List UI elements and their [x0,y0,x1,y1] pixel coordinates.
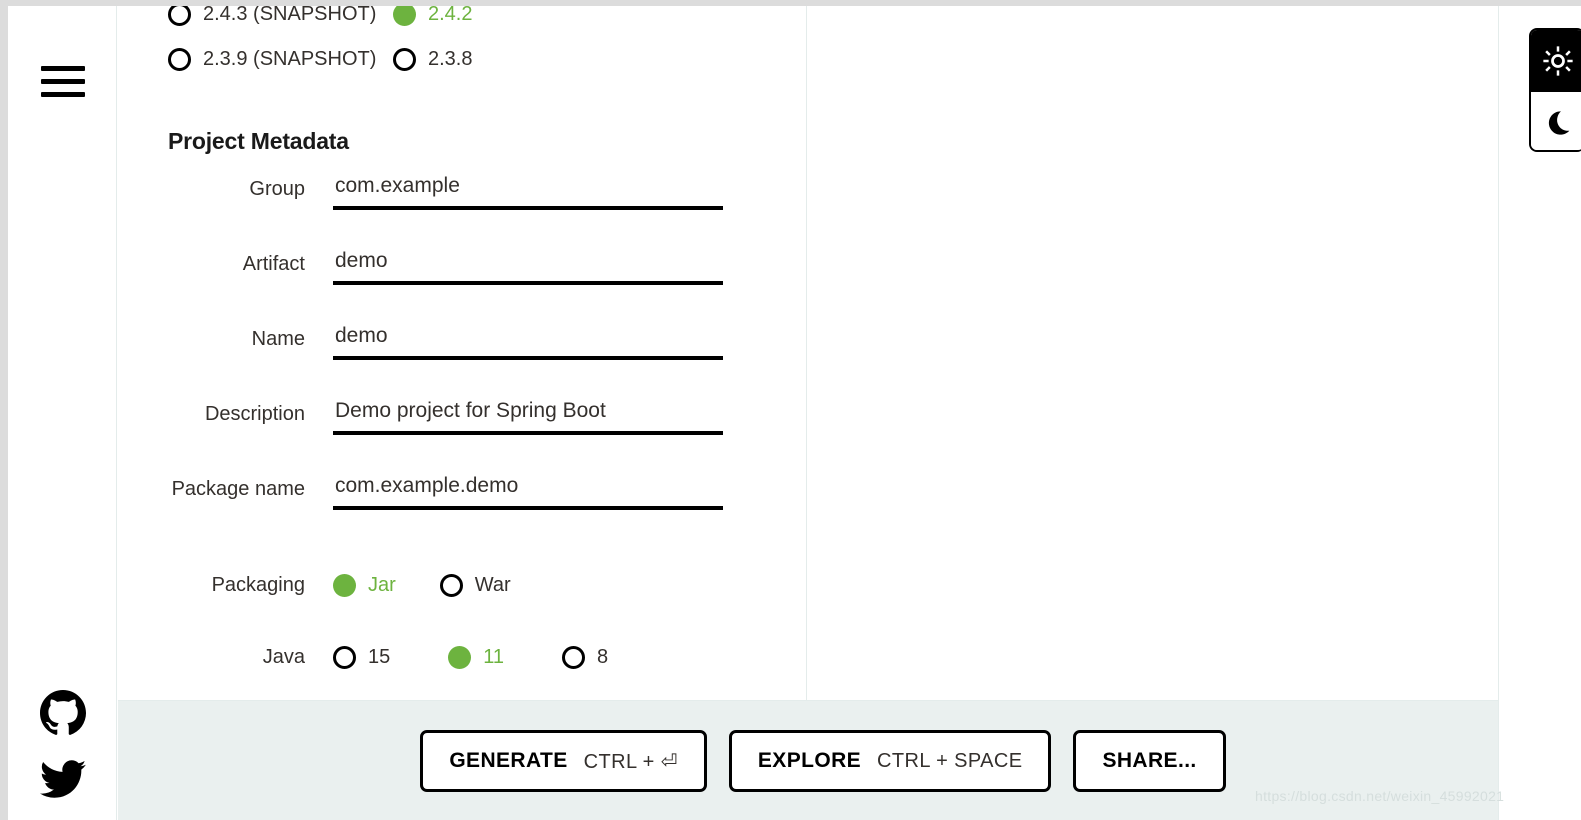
packaging-label: Packaging [211,573,305,596]
artifact-label: Artifact [242,253,305,275]
packaging-option-war[interactable]: War [439,573,511,597]
theme-toggle-light-option[interactable] [1531,30,1581,92]
version-option-239-snapshot[interactable]: 2.3.9 (SNAPSHOT) [118,48,393,71]
radio-indicator [168,6,191,26]
left-icon-rail [8,6,117,820]
description-label: Description [204,403,305,425]
group-field-wrap [333,174,723,210]
java-option-11[interactable]: 11 [448,645,505,669]
name-field-wrap [333,324,723,360]
java-label: Java [262,645,305,668]
form-row-java: Java 15 11 8 [118,621,798,693]
hamburger-bar [41,66,85,71]
version-row: 2.4.3 (SNAPSHOT) 2.4.2 [118,6,778,37]
watermark-text: https://blog.csdn.net/weixin_45992021 [1255,788,1505,804]
social-links [40,690,88,802]
form-row-package-name: Package name [118,474,798,549]
group-label: Group [249,178,305,200]
github-icon[interactable] [40,690,87,736]
package-name-field-wrap [333,474,723,510]
version-label: 2.3.8 [428,48,473,70]
version-option-238[interactable]: 2.3.8 [393,48,472,71]
group-input[interactable] [333,174,723,210]
form-row-description: Description [118,399,798,474]
name-label: Name [251,328,305,350]
name-input[interactable] [333,324,723,360]
packaging-option-label: Jar [368,573,396,596]
version-option-242[interactable]: 2.4.2 [393,6,472,26]
generate-button[interactable]: GENERATE CTRL + ⏎ [420,730,707,792]
packaging-radio-group: Jar War [333,573,511,597]
form-row-group: Group [118,174,798,249]
package-name-label: Package name [171,478,305,500]
hamburger-bar [41,92,85,97]
packaging-option-label: War [474,573,511,596]
radio-indicator [562,645,586,669]
sun-icon [1543,46,1573,76]
hamburger-bar [41,79,85,84]
version-label: 2.4.2 [428,6,473,25]
form-row-name: Name [118,324,798,399]
generate-shortcut-hint: CTRL + ⏎ [583,750,678,773]
java-radio-group: 15 11 8 [333,645,666,669]
radio-indicator [168,48,191,71]
moon-icon [1548,111,1570,135]
radio-indicator-selected [448,645,472,669]
artifact-input[interactable] [333,249,723,285]
java-option-label: 15 [368,645,391,668]
column-divider [806,6,807,700]
spring-boot-version-group: 2.4.3 (SNAPSHOT) 2.4.2 2.3.9 (SNAPSHOT) … [118,6,778,82]
twitter-icon[interactable] [40,756,86,802]
version-option-243-snapshot[interactable]: 2.4.3 (SNAPSHOT) [118,6,393,26]
project-metadata-heading: Project Metadata [168,128,349,154]
java-option-15[interactable]: 15 [333,645,391,669]
radio-indicator [439,573,463,597]
main-content-pane: 2.4.3 (SNAPSHOT) 2.4.2 2.3.9 (SNAPSHOT) … [118,6,1498,700]
version-label: 2.3.9 (SNAPSHOT) [203,48,377,70]
artifact-field-wrap [333,249,723,285]
share-button[interactable]: SHARE... [1073,730,1226,792]
version-label: 2.4.3 (SNAPSHOT) [203,6,377,25]
explore-button[interactable]: EXPLORE CTRL + SPACE [728,730,1052,792]
java-option-label: 8 [597,645,609,668]
theme-toggle-dark-option[interactable] [1531,92,1581,150]
theme-toggle[interactable] [1529,28,1581,152]
radio-indicator-selected [393,6,416,26]
package-name-input[interactable] [333,474,723,510]
radio-indicator-selected [333,573,356,597]
explore-shortcut-hint: CTRL + SPACE [877,749,1023,772]
radio-indicator [333,645,356,669]
description-field-wrap [333,399,723,435]
form-row-packaging: Packaging Jar War [118,549,798,621]
java-option-8[interactable]: 8 [562,645,609,669]
page-scrollbar-left[interactable] [0,0,8,820]
share-button-label: SHARE... [1102,749,1197,772]
packaging-option-jar[interactable]: Jar [333,573,396,597]
version-row: 2.3.9 (SNAPSHOT) 2.3.8 [118,37,778,82]
spring-initializr-page: 2.4.3 (SNAPSHOT) 2.4.2 2.3.9 (SNAPSHOT) … [0,0,1581,820]
right-panel-divider [1498,6,1499,820]
radio-indicator [393,48,416,71]
generate-button-label: GENERATE [449,749,568,772]
java-option-label: 11 [483,645,505,668]
form-row-artifact: Artifact [118,249,798,324]
explore-button-label: EXPLORE [757,749,862,772]
hamburger-menu-icon[interactable] [41,66,85,106]
description-input[interactable] [333,399,723,435]
project-metadata-form: Group Artifact Name Description [118,174,798,693]
